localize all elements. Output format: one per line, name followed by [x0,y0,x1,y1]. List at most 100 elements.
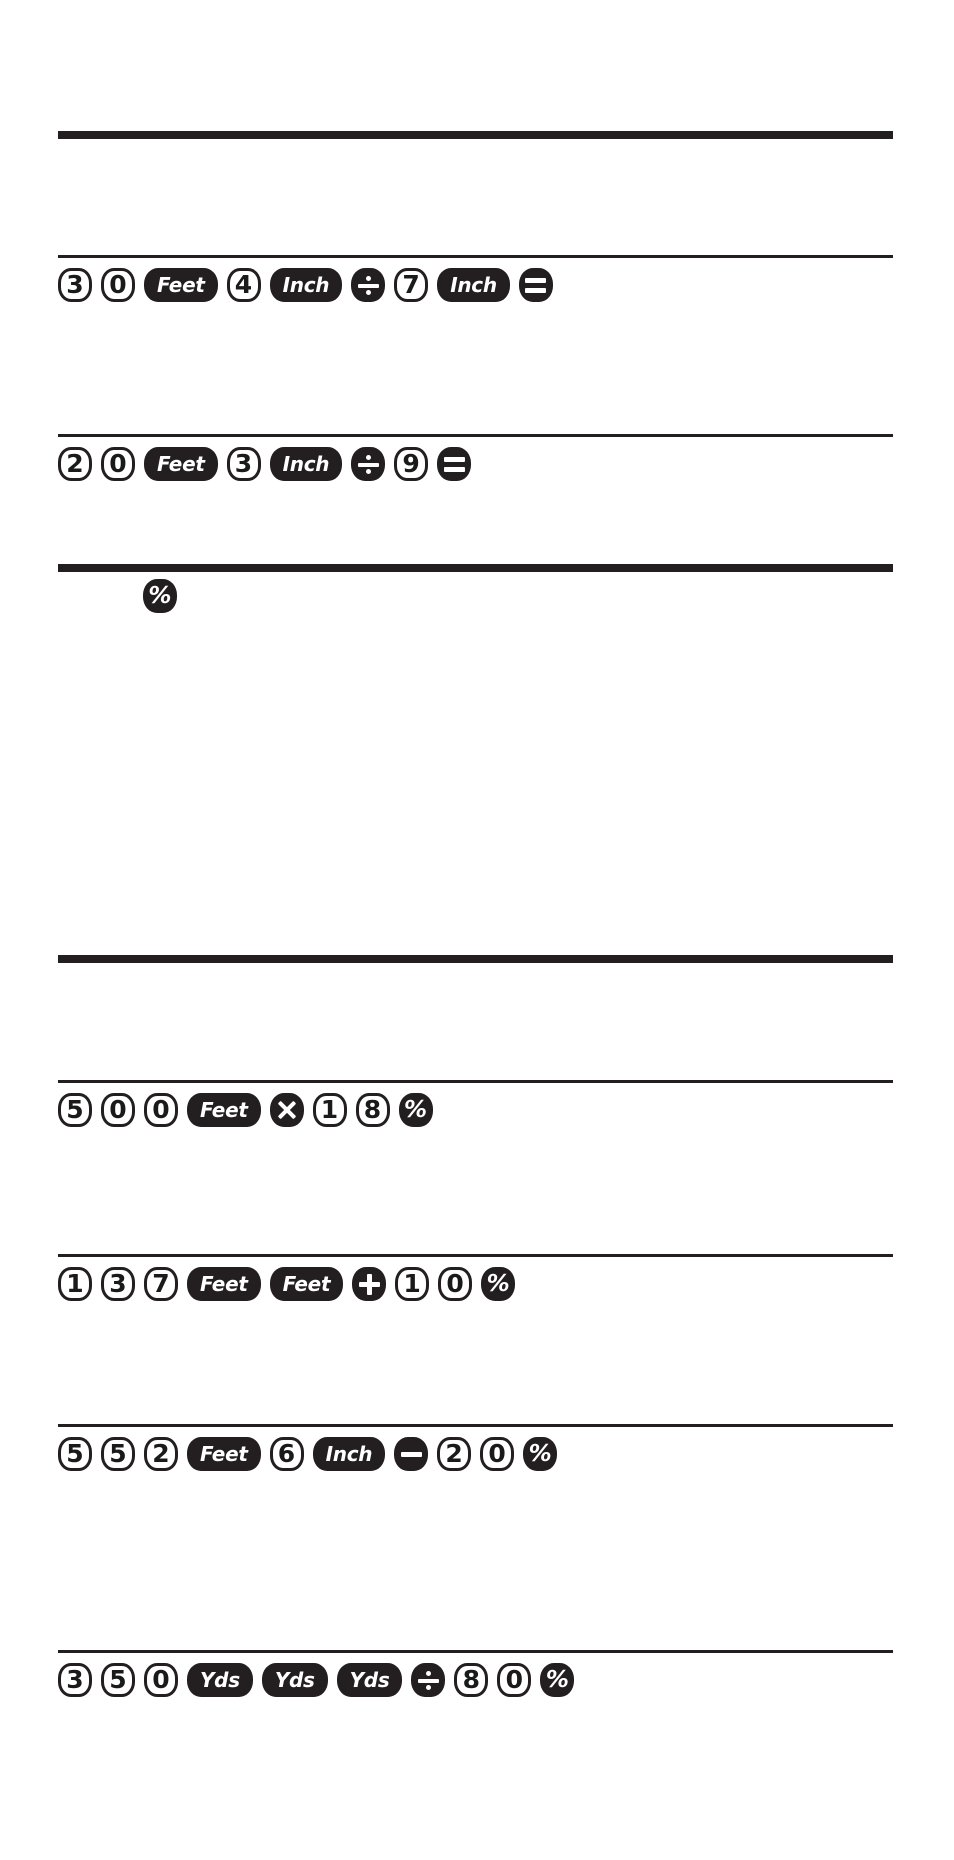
sequence-feet-times-percent: 5 0 0 Feet 1 8% [58,1090,433,1130]
key-label: % [528,1440,552,1467]
key-label: 5 [66,1095,84,1124]
key-7[interactable]: 7 [394,268,429,302]
key-label: 0 [109,1095,127,1124]
rule-above-row5 [58,1254,893,1257]
key-label: 0 [488,1439,506,1468]
rule-section-two [58,955,893,963]
key-label: Feet [157,273,205,297]
key-3[interactable]: 3 [101,1267,135,1301]
key-label: 5 [109,1439,127,1468]
key-0[interactable]: 0 [101,1093,135,1127]
key-label: % [148,582,172,609]
sequence-feet-inch-minus-percent: 5 5 2 Feet 6 Inch 2 0% [58,1434,558,1474]
minus-icon [400,1451,422,1457]
sequence-percent-only: % [143,576,177,616]
key-8[interactable]: 8 [355,1093,390,1127]
key-feet[interactable]: Feet [187,1437,261,1471]
key-yds[interactable]: Yds [261,1663,328,1697]
key-label: 6 [277,1439,296,1468]
key-yds[interactable]: Yds [336,1663,403,1697]
key-feet[interactable]: Feet [269,1267,344,1301]
key-equals[interactable] [437,447,472,481]
key-label: Feet [200,1098,248,1122]
rule-above-row4 [58,1080,893,1083]
key-label: 7 [402,270,420,299]
key-label: 8 [363,1095,382,1124]
divide-icon [357,454,379,475]
sequence-feet-inch-divide-inch: 3 0 Feet 4 Inch 7 Inch [58,265,553,305]
rule-above-percent [58,564,893,572]
key-label: Inch [325,1442,373,1466]
key-7[interactable]: 7 [144,1267,178,1301]
key-yds[interactable]: Yds [187,1663,253,1697]
key-inch[interactable]: Inch [269,447,343,481]
key-0[interactable]: 0 [144,1663,178,1697]
key-times[interactable] [269,1093,304,1127]
key-0[interactable]: 0 [480,1437,515,1471]
key-inch[interactable]: Inch [437,268,510,302]
key-divide[interactable] [411,1663,446,1697]
key-3[interactable]: 3 [58,268,92,302]
key-inch[interactable]: Inch [312,1437,386,1471]
key-label: 2 [445,1439,463,1468]
key-label: 1 [403,1269,422,1298]
key-label: Feet [282,1272,331,1296]
key-label: 1 [66,1269,84,1298]
key-percent[interactable]: % [540,1663,575,1697]
sequence-feet-feet-plus-percent: 1 3 7 Feet Feet 1 0% [58,1264,516,1304]
key-0[interactable]: 0 [144,1093,178,1127]
key-label: 1 [320,1095,339,1124]
key-2[interactable]: 2 [58,447,92,481]
key-percent[interactable]: % [481,1267,516,1301]
plus-icon [358,1273,380,1295]
key-label: 7 [152,1269,170,1298]
key-0[interactable]: 0 [101,447,135,481]
key-3[interactable]: 3 [58,1663,92,1697]
key-divide[interactable] [351,268,386,302]
key-label: 2 [152,1439,170,1468]
key-2[interactable]: 2 [437,1437,472,1471]
key-label: 0 [152,1665,170,1694]
times-icon [277,1100,297,1120]
key-label: 3 [109,1269,127,1298]
key-label: 5 [109,1665,127,1694]
key-percent[interactable]: % [523,1437,558,1471]
key-percent[interactable]: % [398,1093,433,1127]
key-8[interactable]: 8 [454,1663,489,1697]
key-5[interactable]: 5 [101,1663,135,1697]
divide-icon [417,1670,439,1691]
key-feet[interactable]: Feet [144,447,218,481]
key-2[interactable]: 2 [144,1437,178,1471]
key-3[interactable]: 3 [226,447,261,481]
key-6[interactable]: 6 [269,1437,304,1471]
key-feet[interactable]: Feet [187,1093,261,1127]
key-feet[interactable]: Feet [144,268,218,302]
key-label: Inch [282,273,330,297]
key-equals[interactable] [518,268,553,302]
key-0[interactable]: 0 [438,1267,473,1301]
key-9[interactable]: 9 [394,447,429,481]
key-5[interactable]: 5 [58,1093,92,1127]
key-5[interactable]: 5 [101,1437,135,1471]
key-label: % [545,1666,570,1693]
sequence-yards-divide-percent: 3 5 0 Yds Yds Yds 8 0% [58,1660,575,1700]
key-4[interactable]: 4 [226,268,261,302]
key-label: 4 [234,270,253,299]
key-1[interactable]: 1 [312,1093,347,1127]
key-minus[interactable] [394,1437,429,1471]
key-percent[interactable]: % [143,579,177,613]
key-1[interactable]: 1 [58,1267,92,1301]
key-label: 0 [109,270,127,299]
key-feet[interactable]: Feet [187,1267,261,1301]
key-label: 0 [152,1095,170,1124]
key-label: Inch [450,273,497,297]
key-5[interactable]: 5 [58,1437,92,1471]
key-inch[interactable]: Inch [269,268,343,302]
equals-icon [525,277,547,293]
key-divide[interactable] [351,447,386,481]
key-1[interactable]: 1 [395,1267,430,1301]
sequence-feet-inch-divide-number: 2 0 Feet 3 Inch 9 [58,444,472,484]
key-0[interactable]: 0 [101,268,135,302]
key-plus[interactable] [352,1267,387,1301]
key-0[interactable]: 0 [497,1663,532,1697]
